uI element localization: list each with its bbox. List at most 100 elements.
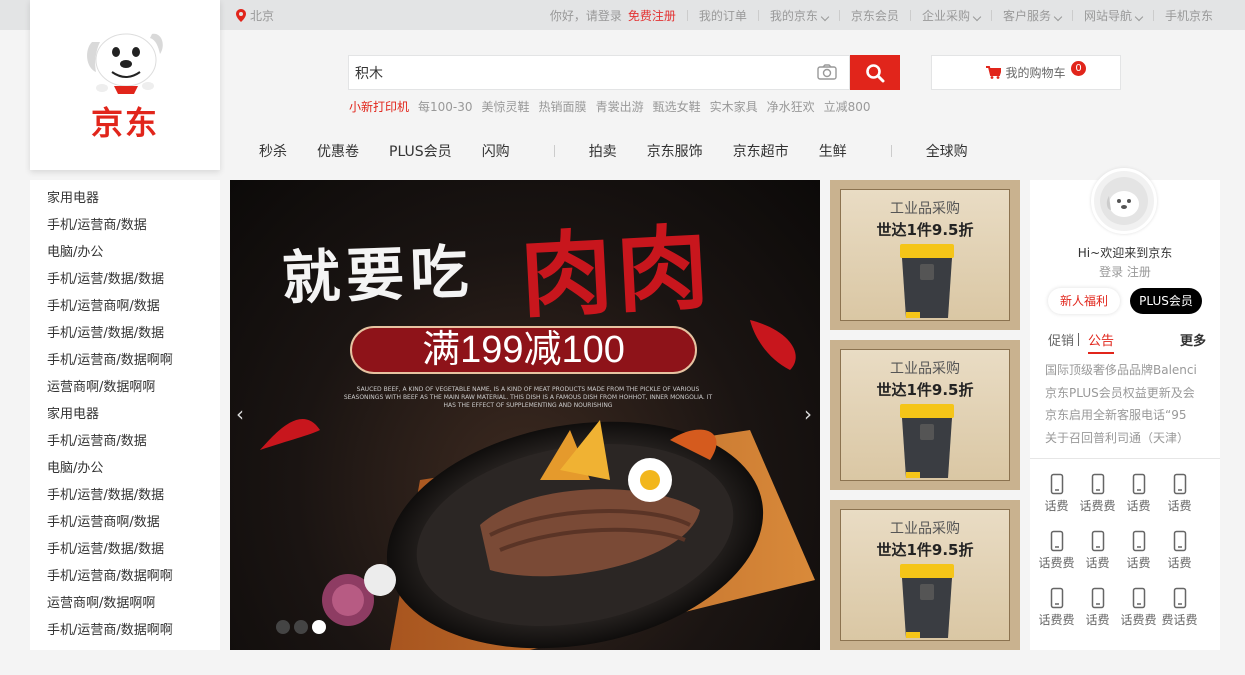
service-item[interactable]: 话费 xyxy=(1077,587,1118,628)
category-item[interactable]: 手机/运营/数据/数据 xyxy=(30,482,220,509)
cart-label: 我的购物车 xyxy=(1005,66,1066,80)
promo-frame: 工业品采购 世达1件9.5折 xyxy=(840,189,1010,321)
category-item[interactable]: 手机/运营商/数据啊啊 xyxy=(30,563,220,590)
nav-item[interactable]: 拍卖 xyxy=(589,141,617,161)
category-item[interactable]: 手机/运营商/数据啊啊 xyxy=(30,617,220,644)
nav-item[interactable]: 全球购 xyxy=(926,141,968,161)
category-item[interactable]: 运营商啊/数据啊啊 xyxy=(30,590,220,617)
carousel-banner[interactable]: 就要吃 肉肉 满199减100 SAUCED BEEF, A KIND OF V… xyxy=(230,180,820,650)
avatar[interactable] xyxy=(1091,168,1157,234)
news-item[interactable]: 京东启用全新客服电话“95 xyxy=(1045,404,1210,427)
service-item[interactable]: 话费 xyxy=(1118,473,1159,514)
category-item[interactable]: 手机/运营/数据/数据 xyxy=(30,266,220,293)
divider xyxy=(990,10,992,21)
location-selector[interactable]: 北京 xyxy=(236,7,274,24)
promo-card[interactable]: 工业品采购 世达1件9.5折 xyxy=(830,180,1020,330)
top-link[interactable]: 客户服务 xyxy=(1003,7,1063,24)
promo-card[interactable]: 工业品采购 世达1件9.5折 xyxy=(830,340,1020,490)
promo-card[interactable]: 工业品采购 世达1件9.5折 xyxy=(830,500,1020,650)
nav-item[interactable]: 京东超市 xyxy=(733,141,789,161)
service-item[interactable]: 话费费 xyxy=(1036,587,1077,628)
tab-promotion[interactable]: 促销 xyxy=(1048,330,1074,349)
top-link[interactable]: 手机京东 xyxy=(1165,7,1213,24)
category-item[interactable]: 家用电器 xyxy=(30,185,220,212)
phone-icon xyxy=(1173,530,1186,552)
carousel-prev-button[interactable]: ‹ xyxy=(236,402,244,426)
service-label: 话费费 xyxy=(1079,499,1116,513)
category-item[interactable]: 运营商啊/数据啊啊 xyxy=(30,374,220,401)
category-item[interactable]: 手机/运营/数据/数据 xyxy=(30,320,220,347)
search-input[interactable] xyxy=(349,56,809,89)
search-button[interactable] xyxy=(850,55,900,90)
service-item[interactable]: 费话费 xyxy=(1159,587,1200,628)
category-item[interactable]: 家用电器 xyxy=(30,401,220,428)
hot-keyword[interactable]: 立减800 xyxy=(824,98,871,115)
service-item[interactable]: 话费 xyxy=(1159,473,1200,514)
news-item[interactable]: 关于召回普利司通（天津） xyxy=(1045,427,1210,450)
service-label: 话费 xyxy=(1167,499,1192,513)
service-label: 费话费 xyxy=(1161,613,1198,627)
top-link[interactable]: 我的京东 xyxy=(770,7,830,24)
hot-keyword[interactable]: 实木家具 xyxy=(710,98,758,115)
category-item[interactable]: 电脑/办公 xyxy=(30,455,220,482)
nav-item[interactable]: PLUS会员 xyxy=(389,141,452,161)
nav-item[interactable]: 京东服饰 xyxy=(647,141,703,161)
hot-keyword[interactable]: 净水狂欢 xyxy=(767,98,815,115)
new-user-benefit-button[interactable]: 新人福利 xyxy=(1048,288,1120,314)
logo[interactable]: 京东 xyxy=(30,0,220,170)
category-item[interactable]: 手机/运营商/数据 xyxy=(30,212,220,239)
service-item[interactable]: 话费 xyxy=(1077,530,1118,571)
service-label: 话费 xyxy=(1167,556,1192,570)
cart-button[interactable]: 我的购物车 0 xyxy=(931,55,1121,90)
category-item[interactable]: 手机/运营/数据/数据 xyxy=(30,536,220,563)
plus-member-button[interactable]: PLUS会员 xyxy=(1130,288,1202,314)
top-link[interactable]: 网站导航 xyxy=(1084,7,1144,24)
login-link[interactable]: 你好，请登录 xyxy=(550,7,622,24)
camera-icon[interactable] xyxy=(817,64,837,80)
hot-keywords: 小新打印机 每100-30 美惊灵鞋 热销面膜 青裳出游 甄选女鞋 实木家具 净水狂欢 立减80… xyxy=(349,98,871,115)
user-panel: Hi~欢迎来到京东 登录 注册 新人福利 PLUS会员 促销 公告 更多 国际顶… xyxy=(1030,168,1220,650)
service-item[interactable]: 话费费 xyxy=(1118,587,1159,628)
carousel-next-button[interactable]: › xyxy=(804,402,812,426)
news-item[interactable]: 国际顶级奢侈品品牌Balenci xyxy=(1045,359,1210,382)
search-icon xyxy=(866,63,885,82)
hot-keyword[interactable]: 小新打印机 xyxy=(349,98,409,115)
hot-keyword[interactable]: 美惊灵鞋 xyxy=(482,98,530,115)
nav-item[interactable]: 优惠卷 xyxy=(317,141,359,161)
top-link[interactable]: 我的订单 xyxy=(699,7,747,24)
hot-keyword[interactable]: 甄选女鞋 xyxy=(653,98,701,115)
category-item[interactable]: 手机/运营商/数据啊啊 xyxy=(30,347,220,374)
category-item[interactable]: 手机/运营商啊/数据 xyxy=(30,509,220,536)
divider xyxy=(1071,10,1073,21)
service-item[interactable]: 话费 xyxy=(1036,473,1077,514)
hot-keyword[interactable]: 青裳出游 xyxy=(596,98,644,115)
nav-item[interactable]: 闪购 xyxy=(482,141,510,161)
category-item[interactable]: 电脑/办公 xyxy=(30,239,220,266)
service-item[interactable]: 话费费 xyxy=(1036,530,1077,571)
carousel-dot-active[interactable] xyxy=(312,620,326,634)
nav-item[interactable]: 生鲜 xyxy=(819,141,847,161)
hot-keyword[interactable]: 热销面膜 xyxy=(539,98,587,115)
carousel-dot[interactable] xyxy=(294,620,308,634)
banner-offer: 满199减100 xyxy=(350,326,697,374)
hot-keyword[interactable]: 每100-30 xyxy=(418,98,473,115)
service-item[interactable]: 话费 xyxy=(1159,530,1200,571)
category-menu: 家用电器 手机/运营商/数据 电脑/办公 手机/运营/数据/数据 手机/运营商啊/数据手… xyxy=(30,180,220,650)
category-item[interactable]: 手机/运营商啊/数据 xyxy=(30,293,220,320)
category-item[interactable]: 手机/运营商/数据 xyxy=(30,428,220,455)
trash-bin-icon xyxy=(900,244,954,318)
carousel-dot[interactable] xyxy=(276,620,290,634)
top-link[interactable]: 京东会员 xyxy=(851,7,899,24)
service-item[interactable]: 话费 xyxy=(1118,530,1159,571)
service-label: 话费 xyxy=(1126,556,1151,570)
phone-icon xyxy=(1132,473,1145,495)
more-link[interactable]: 更多 xyxy=(1180,330,1206,349)
phone-icon xyxy=(1173,587,1186,609)
top-link[interactable]: 企业采购 xyxy=(922,7,982,24)
service-item[interactable]: 话费费 xyxy=(1077,473,1118,514)
tab-notice[interactable]: 公告 xyxy=(1088,330,1115,354)
nav-item[interactable]: 秒杀 xyxy=(259,141,287,161)
register-link[interactable]: 免费注册 xyxy=(628,7,676,24)
news-item[interactable]: 京东PLUS会员权益更新及会 xyxy=(1045,382,1210,405)
login-register-link[interactable]: 登录 注册 xyxy=(1030,263,1220,280)
